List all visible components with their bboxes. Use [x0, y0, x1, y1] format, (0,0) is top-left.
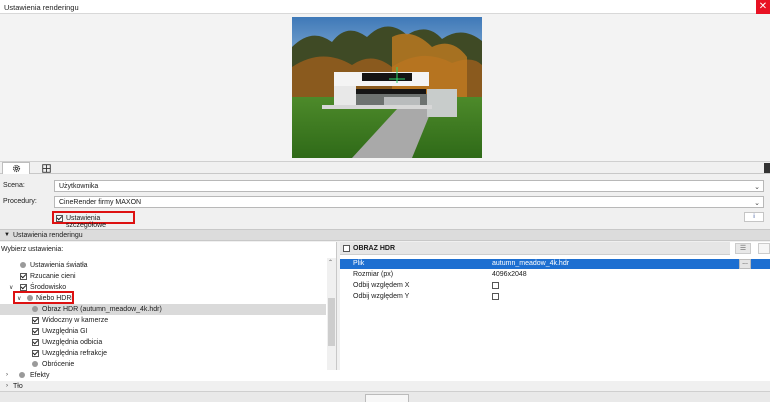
- engine-select[interactable]: CineRender firmy MAXON ⌄: [54, 196, 764, 208]
- scene-label: Scena:: [3, 182, 25, 189]
- tree-item-label: Ustawienia światła: [30, 262, 88, 269]
- include-refractions-checkbox[interactable]: [32, 350, 39, 357]
- flip-x-checkbox[interactable]: [492, 282, 499, 289]
- tree-item-hdr-image[interactable]: Obraz HDR (autumn_meadow_4k.hdr): [0, 304, 326, 315]
- prop-key: Rozmiar (px): [353, 271, 394, 278]
- tree-item-shadows[interactable]: Rzucanie cieni: [0, 271, 326, 282]
- gear-icon: [12, 164, 20, 173]
- detailed-settings-row: Ustawienia szczegółowe i: [0, 209, 770, 229]
- environment-checkbox[interactable]: [20, 284, 27, 291]
- collapse-arrow-icon: ▼: [4, 232, 10, 238]
- tree-item-label: Efekty: [30, 372, 50, 379]
- panel-toggle-handle[interactable]: [764, 163, 770, 173]
- dot-icon: [32, 306, 38, 314]
- tree-scrollbar[interactable]: ⌃ ⌄: [327, 258, 336, 380]
- prop-key: Odbij względem Y: [353, 293, 410, 300]
- scene-value: Użytkownika: [59, 183, 99, 190]
- properties-header: OBRAZ HDR: [340, 242, 730, 255]
- tab-settings[interactable]: [2, 162, 30, 174]
- chevron-down-icon: ⌄: [754, 200, 760, 207]
- title-bar: Ustawienia renderingu ✕: [0, 0, 770, 14]
- render-preview-image: [292, 17, 482, 158]
- tree-item-include-refractions[interactable]: Uwzględnia refrakcje: [0, 348, 326, 359]
- prop-value: autumn_meadow_4k.hdr: [492, 260, 570, 267]
- tree-item-label: Widoczny w kamerze: [42, 317, 109, 324]
- prop-key: Plik: [353, 260, 365, 267]
- tree-item-label: Uwzględnia GI: [42, 328, 88, 335]
- layout-icon: [41, 163, 51, 173]
- dot-icon: [32, 361, 38, 369]
- tree-item-label: Środowisko: [30, 284, 67, 291]
- tree-item-label: Obrócenie: [42, 361, 75, 368]
- scrollbar-thumb[interactable]: [328, 298, 335, 346]
- detailed-settings-checkbox-wrapper[interactable]: Ustawienia szczegółowe: [52, 211, 135, 229]
- info-button[interactable]: i: [744, 212, 764, 222]
- shadows-checkbox[interactable]: [20, 273, 27, 280]
- scene-select[interactable]: Użytkownika ⌄: [54, 180, 764, 192]
- render-button[interactable]: [365, 394, 409, 402]
- tree-item-light-settings[interactable]: Ustawienia światła: [0, 260, 326, 271]
- flip-y-checkbox[interactable]: [492, 293, 499, 300]
- include-gi-checkbox[interactable]: [32, 328, 39, 335]
- prop-row-size: Rozmiar (px) 4096x2048: [340, 270, 770, 280]
- prop-row-file[interactable]: Plik autumn_meadow_4k.hdr ...: [340, 259, 770, 269]
- settings-tree: Ustawienia światła Rzucanie cieni ∨ Środ…: [0, 258, 326, 380]
- prop-value: 4096x2048: [492, 271, 527, 278]
- chevron-down-icon: ⌄: [754, 184, 760, 191]
- preview-area: [0, 14, 770, 162]
- render-settings-section-header[interactable]: ▼ Ustawienia renderingu: [0, 229, 770, 241]
- tree-item-rotation[interactable]: Obrócenie: [0, 359, 326, 370]
- include-reflections-checkbox[interactable]: [32, 339, 39, 346]
- dock-panel-icon[interactable]: [758, 243, 770, 254]
- tree-header: Wybierz ustawienia:: [1, 246, 64, 253]
- tree-item-label: Obraz HDR (autumn_meadow_4k.hdr): [42, 306, 162, 313]
- prop-row-flip-y: Odbij względem Y: [340, 292, 770, 302]
- tree-item-label: Uwzględnia refrakcje: [42, 350, 107, 357]
- close-button[interactable]: ✕: [756, 0, 770, 14]
- dot-icon: [20, 262, 26, 270]
- tree-item-visible-in-camera[interactable]: Widoczny w kamerze: [0, 315, 326, 326]
- visible-in-camera-checkbox[interactable]: [32, 317, 39, 324]
- tree-item-label: Rzucanie cieni: [30, 273, 76, 280]
- detailed-settings-label: Ustawienia szczegółowe: [66, 215, 107, 229]
- engine-row: Procedury: CineRender firmy MAXON ⌄: [0, 194, 770, 210]
- properties-header-checkbox[interactable]: [343, 245, 350, 252]
- window-title: Ustawienia renderingu: [4, 3, 79, 12]
- expand-icon[interactable]: ›: [6, 372, 8, 378]
- list-view-icon[interactable]: ☰: [735, 243, 751, 254]
- tree-item-include-reflections[interactable]: Uwzględnia odbicia: [0, 337, 326, 348]
- section-title: Ustawienia renderingu: [13, 232, 83, 239]
- tree-item-label: Tło: [13, 383, 23, 390]
- dot-icon: [19, 372, 25, 378]
- tab-bar: [0, 162, 770, 174]
- engine-value: CineRender firmy MAXON: [59, 199, 142, 206]
- detailed-settings-checkbox[interactable]: [56, 215, 63, 222]
- expand-icon[interactable]: ›: [6, 383, 8, 389]
- hdri-highlight-box: [13, 291, 74, 304]
- expand-icon[interactable]: ∨: [9, 284, 13, 291]
- tree-item-effects[interactable]: › Efekty: [0, 370, 770, 381]
- engine-label: Procedury:: [3, 198, 37, 205]
- footer-bar: [0, 391, 770, 402]
- prop-key: Odbij względem X: [353, 282, 410, 289]
- prop-row-flip-x: Odbij względem X: [340, 281, 770, 291]
- browse-button[interactable]: ...: [739, 259, 751, 269]
- properties-title: OBRAZ HDR: [353, 245, 395, 252]
- info-icon: i: [753, 214, 755, 220]
- tree-item-label: Uwzględnia odbicia: [42, 339, 103, 346]
- tab-layout[interactable]: [32, 162, 60, 174]
- scroll-up-icon[interactable]: ⌃: [328, 259, 333, 266]
- properties-panel: OBRAZ HDR ☰ Plik autumn_meadow_4k.hdr ..…: [340, 242, 770, 380]
- tree-item-include-gi[interactable]: Uwzględnia GI: [0, 326, 326, 337]
- scene-row: Scena: Użytkownika ⌄: [0, 178, 770, 194]
- settings-tree-panel: Wybierz ustawienia: Ustawienia światła R…: [0, 242, 337, 380]
